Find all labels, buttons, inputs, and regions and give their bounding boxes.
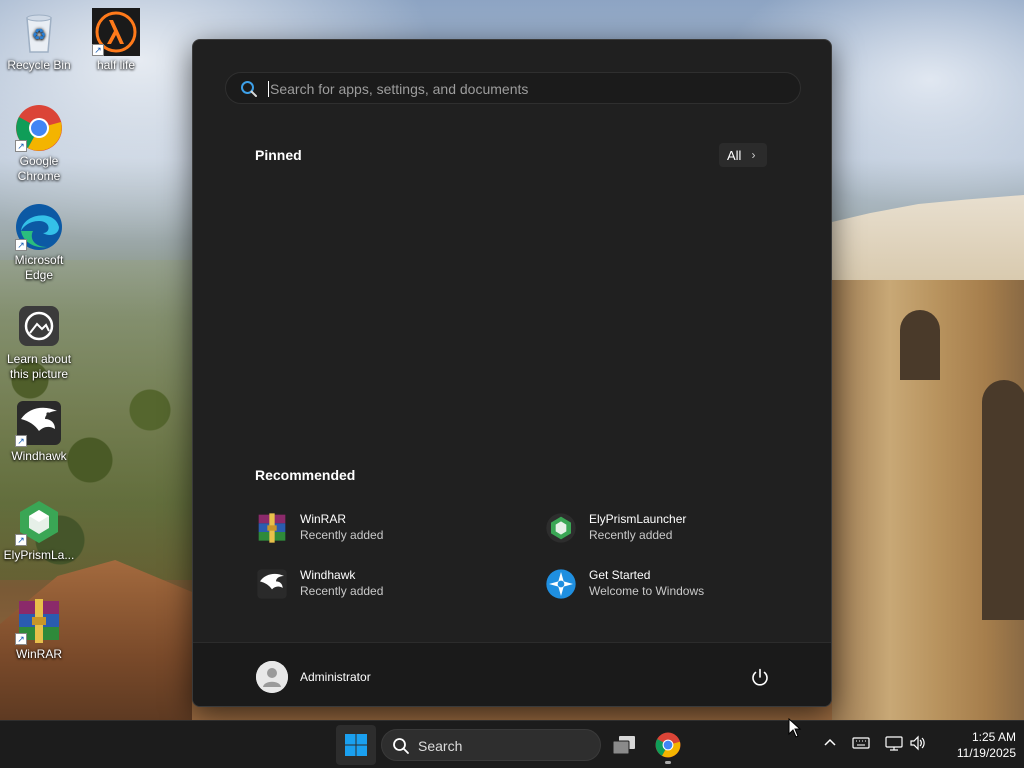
svg-text:♻: ♻ [32, 25, 46, 44]
shortcut-arrow-icon: ↗ [15, 435, 27, 447]
running-indicator [665, 761, 671, 764]
keyboard-icon [852, 737, 870, 749]
desktop-icon-label: WinRAR [15, 647, 62, 661]
recommended-item-subtitle: Recently added [300, 528, 384, 542]
wallpaper-bridge [832, 280, 1024, 720]
desktop-icon-recycle-bin[interactable]: ♻ Recycle Bin [1, 8, 77, 73]
desktop-icon-winrar[interactable]: ↗ WinRAR [1, 597, 77, 662]
recommended-item-name: ElyPrismLauncher [589, 512, 687, 526]
taskbar: Search 1:25 AM 11/19/2025 [0, 720, 1024, 768]
taskbar-chrome-button[interactable] [648, 725, 688, 765]
task-view-icon [612, 736, 635, 755]
start-button[interactable] [336, 725, 376, 765]
recommended-item-windhawk[interactable]: Windhawk Recently added [256, 562, 516, 606]
chevron-up-icon [824, 738, 836, 746]
search-icon [392, 737, 410, 760]
clock-date: 11/19/2025 [956, 746, 1016, 760]
taskbar-search-label: Search [418, 738, 463, 754]
mouse-cursor-icon [788, 717, 802, 743]
user-avatar-icon [256, 661, 288, 693]
network-button[interactable] [885, 735, 903, 756]
search-icon [240, 80, 258, 103]
search-placeholder: Search for apps, settings, and documents [270, 81, 529, 97]
desktop-icon-label: Learn about this picture [6, 352, 72, 381]
shortcut-arrow-icon: ↗ [15, 633, 27, 645]
text-caret [268, 81, 269, 97]
pinned-title: Pinned [255, 147, 302, 163]
shortcut-arrow-icon: ↗ [92, 44, 104, 56]
desktop-icon-elyprismlauncher[interactable]: ↗ ElyPrismLa... [1, 498, 77, 563]
recommended-item-subtitle: Welcome to Windows [589, 584, 705, 598]
power-icon [752, 668, 768, 686]
all-apps-label: All [727, 147, 742, 163]
pinned-area [225, 180, 801, 460]
desktop-icon-label: Microsoft Edge [14, 253, 64, 282]
windhawk-icon: ↗ [15, 399, 63, 447]
task-view-button[interactable] [604, 725, 644, 765]
clock-time: 1:25 AM [971, 730, 1016, 744]
get-started-icon [545, 568, 577, 600]
chrome-icon: ↗ [15, 104, 63, 152]
elyprism-icon: ↗ [15, 498, 63, 546]
wallpaper-town [832, 195, 1024, 285]
half-life-icon: ↗ [92, 8, 140, 56]
recommended-item-subtitle: Recently added [300, 584, 384, 598]
recommended-item-get-started[interactable]: Get Started Welcome to Windows [545, 562, 805, 606]
volume-button[interactable] [909, 735, 927, 756]
user-account-button[interactable]: Administrator [249, 653, 449, 701]
winrar-icon [256, 512, 288, 544]
shortcut-arrow-icon: ↗ [15, 534, 27, 546]
camera-spotlight-icon [15, 302, 63, 350]
network-icon [885, 736, 903, 751]
desktop-icon-google-chrome[interactable]: ↗ Google Chrome [1, 104, 77, 184]
windhawk-icon [256, 568, 288, 600]
recommended-item-winrar[interactable]: WinRAR Recently added [256, 506, 516, 550]
start-search-input[interactable]: Search for apps, settings, and documents [225, 72, 801, 104]
recommended-item-name: Get Started [589, 568, 651, 582]
desktop-icon-label: Google Chrome [17, 154, 61, 183]
edge-icon: ↗ [15, 203, 63, 251]
show-hidden-icons-button[interactable] [822, 735, 838, 756]
taskbar-search-box[interactable]: Search [381, 729, 601, 761]
power-button[interactable] [749, 667, 771, 694]
desktop-icon-microsoft-edge[interactable]: ↗ Microsoft Edge [1, 203, 77, 283]
recommended-title: Recommended [255, 467, 356, 483]
recommended-item-name: WinRAR [300, 512, 347, 526]
recycle-bin-icon: ♻ [15, 8, 63, 56]
system-clock[interactable]: 1:25 AM 11/19/2025 [936, 729, 1016, 761]
winrar-icon: ↗ [15, 597, 63, 645]
desktop-icon-half-life[interactable]: ↗ half life [78, 8, 154, 73]
keyboard-button[interactable] [852, 735, 870, 756]
shortcut-arrow-icon: ↗ [15, 239, 27, 251]
windows-logo-icon [345, 734, 367, 756]
user-name: Administrator [300, 670, 371, 684]
start-menu: Search for apps, settings, and documents… [192, 39, 832, 707]
chevron-right-icon: › [751, 148, 756, 162]
desktop-icon-learn-about-this-picture[interactable]: Learn about this picture [1, 302, 77, 382]
desktop-icon-label: Recycle Bin [7, 58, 71, 72]
recommended-item-name: Windhawk [300, 568, 356, 582]
elyprism-icon [545, 512, 577, 544]
recommended-item-subtitle: Recently added [589, 528, 673, 542]
shortcut-arrow-icon: ↗ [15, 140, 27, 152]
desktop-icon-label: Windhawk [11, 449, 67, 463]
all-apps-button[interactable]: All › [719, 143, 767, 167]
recommended-item-elyprismlauncher[interactable]: ElyPrismLauncher Recently added [545, 506, 805, 550]
desktop-icon-windhawk[interactable]: ↗ Windhawk [1, 399, 77, 464]
desktop-icon-label: half life [96, 58, 136, 72]
desktop-icon-label: ElyPrismLa... [3, 548, 75, 562]
chrome-icon [655, 732, 681, 758]
speaker-icon [910, 735, 925, 751]
start-footer: Administrator [193, 642, 831, 706]
